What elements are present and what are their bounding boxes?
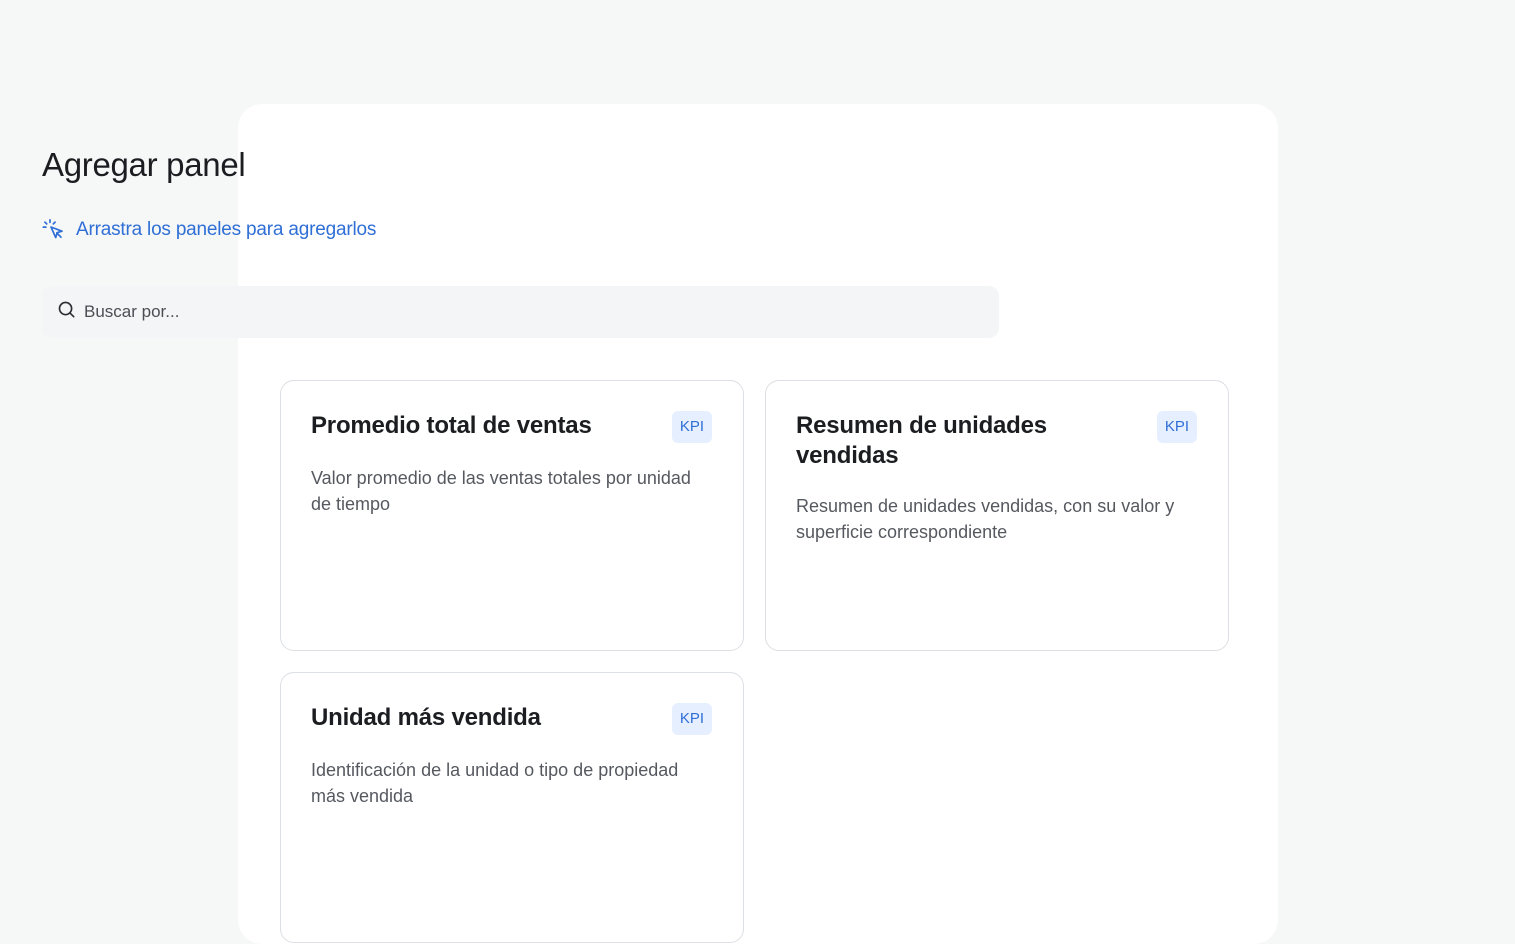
panel-card-promedio-ventas[interactable]: Promedio total de ventas KPI Valor prome… — [280, 380, 744, 651]
panel-card-title: Resumen de unidades vendidas — [796, 412, 1047, 469]
drag-hint-text: Arrastra los paneles para agregarlos — [76, 219, 377, 240]
search-box[interactable] — [42, 286, 999, 338]
drag-hint: Arrastra los paneles para agregarlos — [42, 218, 376, 242]
panel-card-resumen-unidades[interactable]: Resumen de unidades vendidas KPI Resumen… — [765, 380, 1229, 651]
panel-card-unidad-mas-vendida[interactable]: Unidad más vendida KPI Identificación de… — [280, 672, 744, 943]
panel-card-description: Valor promedio de las ventas totales por… — [311, 468, 691, 514]
panel-card-title: Promedio total de ventas — [311, 412, 592, 439]
kpi-badge: KPI — [671, 411, 712, 443]
panel-card-description: Identificación de la unidad o tipo de pr… — [311, 760, 679, 806]
panel-card-description: Resumen de unidades vendidas, con su val… — [796, 496, 1175, 542]
kpi-badge: KPI — [671, 703, 712, 735]
search-icon — [57, 300, 76, 324]
dialog-title: Agregar panel — [42, 146, 246, 183]
pointer-click-icon — [42, 218, 66, 242]
search-input[interactable] — [84, 302, 964, 322]
kpi-badge: KPI — [1156, 411, 1197, 443]
panel-card-title: Unidad más vendida — [311, 704, 541, 731]
